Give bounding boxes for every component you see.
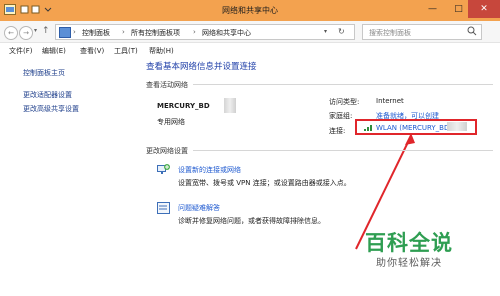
divider bbox=[193, 84, 493, 85]
address-bar[interactable]: › 控制面板 › 所有控制面板项 › 网络和共享中心 ▾ ↻ bbox=[55, 24, 355, 40]
recent-pages-chevron-icon[interactable]: ▾ bbox=[34, 27, 37, 34]
change-settings-label: 更改网络设置 bbox=[146, 147, 188, 155]
breadcrumb-network-center[interactable]: 网络和共享中心 bbox=[202, 28, 251, 38]
breadcrumb-control-panel[interactable]: 控制面板 bbox=[82, 28, 110, 38]
search-placeholder: 搜索控制面板 bbox=[369, 29, 411, 37]
watermark-title: 百科全说 bbox=[365, 231, 453, 255]
network-type: 专用网络 bbox=[157, 118, 185, 126]
connections-label: 连接: bbox=[329, 127, 346, 135]
menu-edit[interactable]: 编辑(E) bbox=[42, 46, 66, 56]
up-button[interactable]: ↑ bbox=[42, 26, 50, 36]
address-dropdown-icon[interactable]: ▾ bbox=[324, 28, 327, 35]
main-content: 查看基本网络信息并设置连接 查看活动网络 MERCURY_BD 专用网络 访问类… bbox=[143, 57, 500, 296]
watermark-subtitle: 助你轻松解决 bbox=[376, 258, 442, 269]
breadcrumb-separator: › bbox=[73, 28, 76, 36]
minimize-button[interactable]: — bbox=[420, 0, 445, 18]
sidebar-item-control-panel-home[interactable]: 控制面板主页 bbox=[23, 68, 65, 78]
redacted-region bbox=[224, 98, 236, 113]
control-panel-icon bbox=[59, 27, 71, 38]
setup-connection-description: 设置宽带、拨号或 VPN 连接；或设置路由器或接入点。 bbox=[178, 179, 351, 187]
refresh-icon[interactable]: ↻ bbox=[338, 27, 345, 36]
active-networks-label: 查看活动网络 bbox=[146, 81, 188, 89]
forward-button[interactable]: → bbox=[19, 26, 33, 40]
close-button[interactable]: ✕ bbox=[468, 0, 500, 18]
network-name: MERCURY_BD bbox=[157, 102, 210, 110]
sidebar-item-advanced-sharing[interactable]: 更改高级共享设置 bbox=[23, 104, 79, 114]
wlan-connection-link[interactable]: WLAN (MERCURY_BD bbox=[376, 124, 449, 132]
sidebar-item-change-adapter[interactable]: 更改适配器设置 bbox=[23, 90, 72, 100]
search-input[interactable]: 搜索控制面板 bbox=[362, 24, 482, 40]
wifi-signal-icon bbox=[364, 124, 374, 133]
divider bbox=[193, 150, 493, 151]
homegroup-label: 家庭组: bbox=[329, 112, 353, 120]
troubleshoot-icon bbox=[157, 202, 171, 218]
menu-tools[interactable]: 工具(T) bbox=[114, 46, 138, 56]
page-title: 查看基本网络信息并设置连接 bbox=[146, 62, 257, 72]
menu-view[interactable]: 查看(V) bbox=[80, 46, 104, 56]
setup-connection-link[interactable]: 设置新的连接或网络 bbox=[178, 165, 241, 175]
redacted-region bbox=[447, 122, 467, 131]
title-bar: 网络和共享中心 — □ ✕ bbox=[0, 0, 500, 21]
search-icon[interactable] bbox=[467, 26, 477, 38]
troubleshoot-description: 诊断并修复网络问题，或者获得故障排除信息。 bbox=[178, 217, 325, 225]
navigation-bar: ← → ▾ ↑ › 控制面板 › 所有控制面板项 › 网络和共享中心 ▾ ↻ 搜… bbox=[0, 21, 500, 43]
troubleshoot-link[interactable]: 问题疑难解答 bbox=[178, 203, 220, 213]
breadcrumb-separator: › bbox=[122, 28, 125, 36]
breadcrumb-separator: › bbox=[193, 28, 196, 36]
sidebar: 控制面板主页 更改适配器设置 更改高级共享设置 bbox=[0, 57, 143, 296]
menu-bar: 文件(F) 编辑(E) 查看(V) 工具(T) 帮助(H) bbox=[0, 43, 500, 57]
access-type-label: 访问类型: bbox=[329, 98, 360, 106]
access-type-value: Internet bbox=[376, 97, 404, 105]
menu-help[interactable]: 帮助(H) bbox=[149, 46, 174, 56]
back-button[interactable]: ← bbox=[4, 26, 18, 40]
new-connection-icon bbox=[157, 163, 171, 179]
menu-file[interactable]: 文件(F) bbox=[9, 46, 33, 56]
breadcrumb-all-items[interactable]: 所有控制面板项 bbox=[131, 28, 180, 38]
